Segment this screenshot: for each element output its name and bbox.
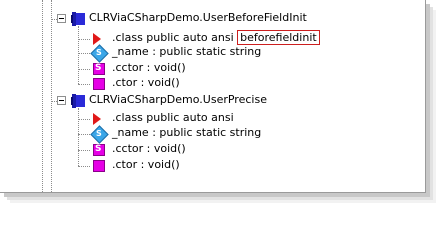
static-field-icon: S [90,125,109,144]
collapse-toggle-icon[interactable] [57,96,66,105]
tree-branch-line [78,166,90,167]
tree-branch-line [78,39,90,40]
method-label[interactable]: .ctor : void() [112,158,180,171]
method-icon [93,160,107,174]
field-label[interactable]: _name : public static string [112,45,261,58]
collapse-toggle-icon[interactable] [57,14,66,23]
tree-branch-line [78,84,90,85]
method-label[interactable]: .cctor : void() [112,142,186,155]
tree-guide-line [78,26,79,84]
field-label[interactable]: _name : public static string [112,126,261,139]
tree-branch-line [78,53,90,54]
method-icon [93,78,107,92]
static-method-icon: S [93,63,107,77]
method-label[interactable]: .ctor : void() [112,76,180,89]
tree-branch-line [78,69,90,70]
tree-branch-line [78,119,90,120]
class-node-label[interactable]: CLRViaCSharpDemo.UserBeforeFieldInit [89,11,307,24]
tree-branch-line [78,150,90,151]
static-method-icon: S [93,144,107,158]
ildasm-tree: CLRViaCSharpDemo.UserBeforeFieldInit .cl… [0,0,425,192]
class-icon [71,12,85,26]
method-label[interactable]: .cctor : void() [112,61,186,74]
class-attribute-label[interactable]: .class public auto ansi beforefieldinit [112,30,320,45]
tree-branch-line [78,134,90,135]
tree-guide-line [42,0,43,192]
class-attribute-label[interactable]: .class public auto ansi [112,111,234,124]
class-node-label[interactable]: CLRViaCSharpDemo.UserPrecise [89,93,267,106]
class-icon [71,94,85,108]
static-field-icon: S [90,44,109,63]
class-attribute-prefix: .class public auto ansi [112,31,238,44]
beforefieldinit-highlight: beforefieldinit [237,30,320,45]
tree-guide-line [78,108,79,166]
tree-guide-line [51,0,52,192]
